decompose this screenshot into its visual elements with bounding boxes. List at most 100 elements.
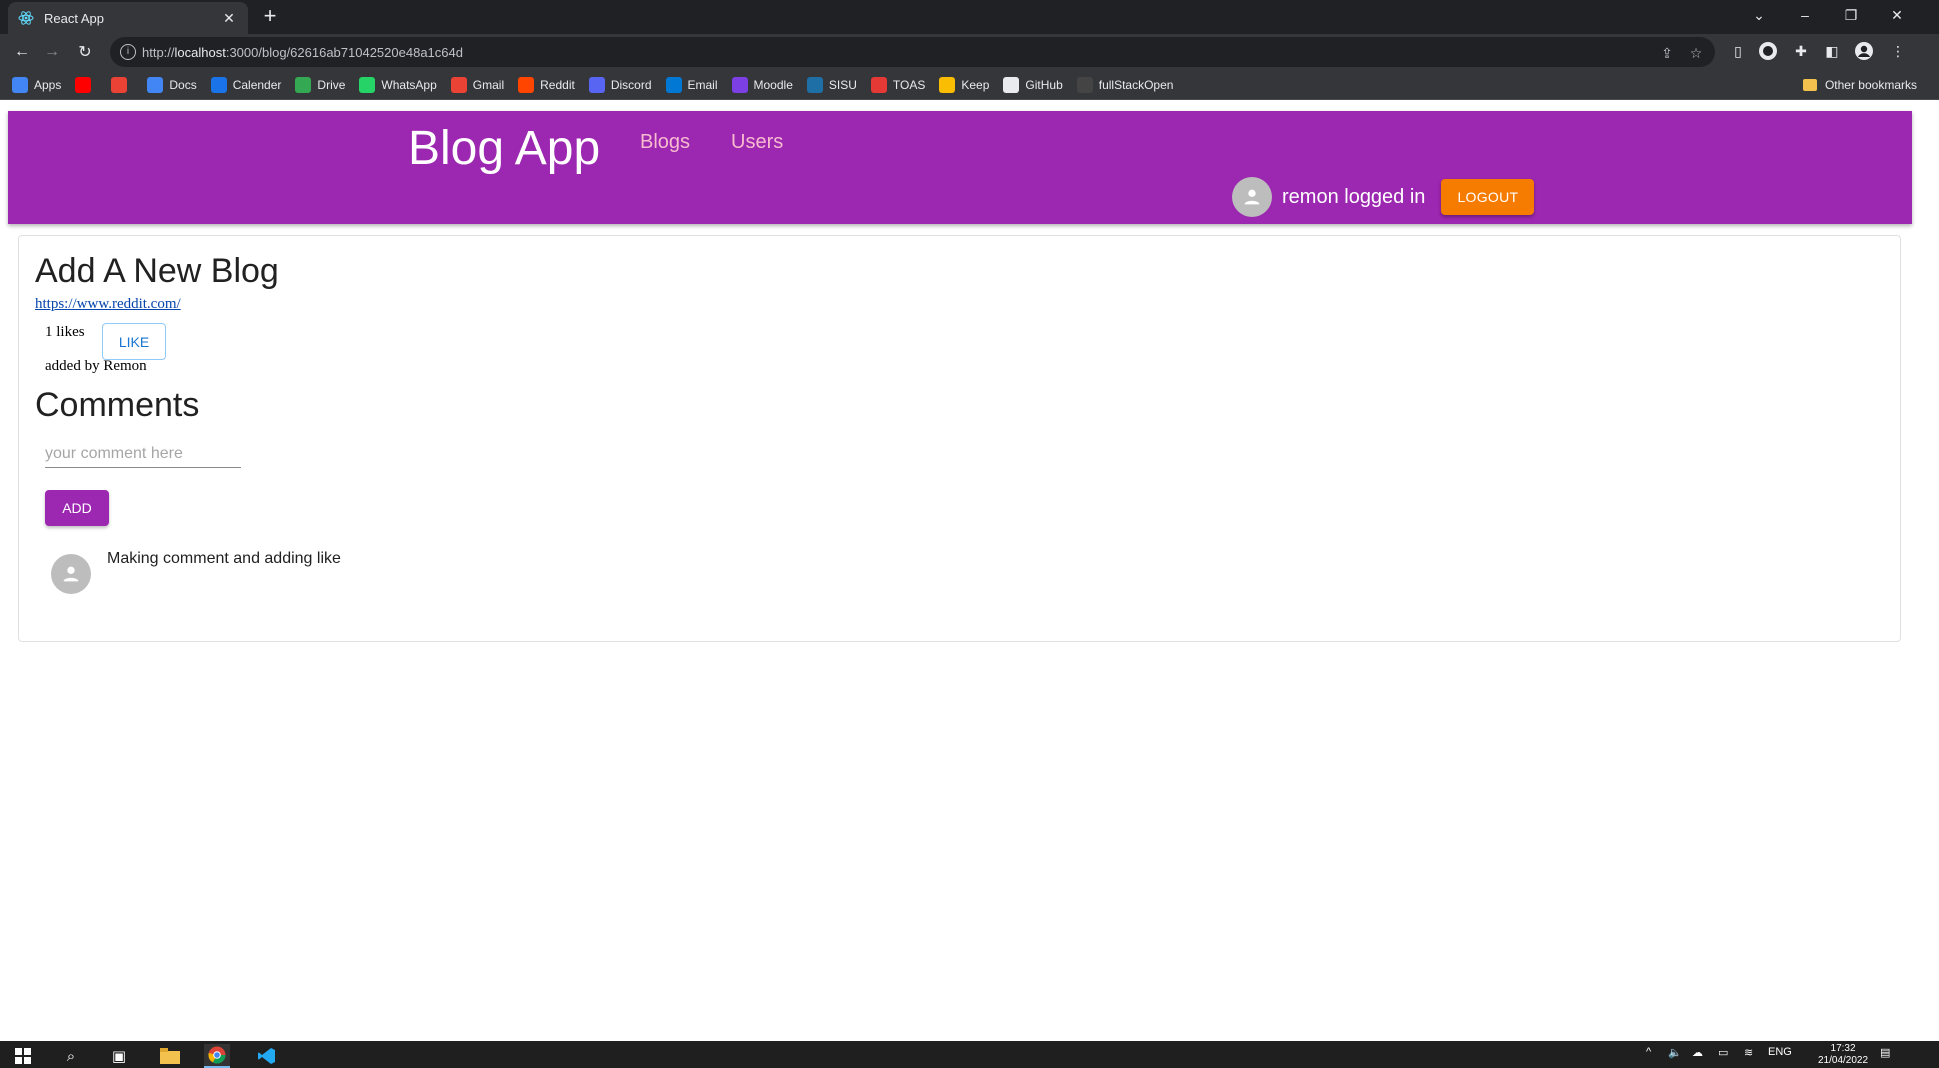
volume-icon[interactable]: 🔈 — [1668, 1046, 1682, 1059]
sisu-icon — [806, 76, 823, 93]
bookmark-label: Email — [687, 77, 718, 92]
comment-input[interactable] — [45, 440, 241, 468]
bookmark-label: Discord — [610, 77, 652, 92]
bookmark-item[interactable]: Email — [665, 76, 718, 93]
bookmark-item[interactable]: Reddit — [518, 76, 575, 93]
bookmark-item[interactable]: SISU — [806, 76, 857, 93]
extension-avatar-icon[interactable] — [1758, 41, 1778, 61]
language-indicator[interactable]: ENG — [1768, 1046, 1792, 1058]
minimize-button[interactable]: – — [1782, 0, 1828, 30]
blog-title: Add A New Blog — [35, 252, 279, 290]
bookmark-label: SISU — [828, 77, 857, 92]
logout-button[interactable]: LOGOUT — [1441, 179, 1535, 215]
windows-taskbar: ⌕ ▣ ^ 🔈 ☁ ▭ ≋ ENG 17:32 21/04/2022 ▤ — [0, 1041, 1939, 1068]
side-panel-icon[interactable]: ◧ — [1822, 41, 1842, 61]
bookmark-item[interactable]: Moodle — [731, 76, 793, 93]
extension-icon[interactable]: ▯ — [1728, 41, 1748, 61]
share-icon[interactable]: ⇪ — [1658, 44, 1676, 62]
tab-search-icon[interactable]: ⌄ — [1736, 0, 1782, 30]
bookmark-item[interactable] — [111, 76, 133, 93]
app-header: Blog App Blogs Users remon logged in LOG… — [8, 111, 1912, 224]
bookmark-item[interactable]: Discord — [588, 76, 652, 93]
comments-heading: Comments — [35, 386, 200, 424]
clock-time: 17:32 — [1830, 1043, 1856, 1054]
extensions-puzzle-icon[interactable]: ✚ — [1791, 41, 1811, 61]
docs-icon — [147, 76, 164, 93]
forward-button[interactable]: → — [40, 40, 64, 64]
task-view-icon[interactable]: ▣ — [106, 1044, 132, 1068]
whatsapp-icon — [359, 76, 376, 93]
add-comment-button[interactable]: ADD — [45, 490, 109, 526]
gmail-icon — [450, 76, 467, 93]
bookmark-item[interactable]: WhatsApp — [359, 76, 437, 93]
browser-tab[interactable]: React App ✕ — [8, 2, 248, 34]
bookmark-item[interactable]: TOAS — [870, 76, 926, 93]
bookmark-item[interactable]: fullStackOpen — [1076, 76, 1174, 93]
address-bar[interactable]: i http://localhost:3000/blog/62616ab7104… — [110, 37, 1715, 67]
clock[interactable]: 17:32 21/04/2022 — [1818, 1043, 1868, 1067]
wifi-icon[interactable]: ≋ — [1744, 1046, 1753, 1059]
bookmark-star-icon[interactable]: ☆ — [1687, 44, 1705, 62]
battery-icon[interactable]: ▭ — [1718, 1046, 1728, 1059]
close-tab-icon[interactable]: ✕ — [220, 9, 238, 27]
nav-link-blogs[interactable]: Blogs — [640, 131, 690, 154]
other-bookmarks[interactable]: Other bookmarks — [1802, 70, 1917, 100]
bookmark-label: Apps — [34, 77, 62, 92]
likes-count: 1 likes — [45, 324, 85, 340]
comment-avatar-icon — [51, 554, 91, 594]
react-icon — [18, 10, 34, 26]
chrome-icon[interactable] — [204, 1044, 230, 1068]
windows-start-icon[interactable] — [10, 1044, 36, 1068]
browser-toolbar: ← → ↻ i http://localhost:3000/blog/62616… — [0, 34, 1939, 70]
bookmark-item[interactable]: Calender — [210, 76, 282, 93]
bookmark-label: fullStackOpen — [1098, 77, 1174, 92]
reload-button[interactable]: ↻ — [73, 40, 97, 64]
search-icon[interactable]: ⌕ — [58, 1044, 84, 1068]
bookmark-item[interactable]: Drive — [295, 76, 346, 93]
bookmarks-bar: Apps Docs Calender Drive WhatsApp Gmail Reddit… — [0, 70, 1939, 100]
bookmark-label: Calender — [232, 77, 282, 92]
nav-link-users[interactable]: Users — [731, 131, 783, 154]
bookmark-label: GitHub — [1025, 77, 1063, 92]
bookmark-label: Reddit — [540, 77, 575, 92]
close-window-button[interactable]: ✕ — [1874, 0, 1920, 30]
fullstackopen-icon — [1076, 76, 1093, 93]
restore-button[interactable]: ❐ — [1828, 0, 1874, 30]
comment-list-item: Making comment and adding like — [51, 550, 341, 594]
file-explorer-icon[interactable] — [157, 1044, 183, 1068]
back-button[interactable]: ← — [10, 40, 34, 64]
like-button[interactable]: LIKE — [102, 323, 166, 360]
bookmark-item[interactable]: GitHub — [1003, 76, 1063, 93]
bookmark-item[interactable]: Docs — [147, 76, 197, 93]
bookmark-label: Docs — [169, 77, 197, 92]
bookmark-label: TOAS — [892, 77, 926, 92]
menu-kebab-icon[interactable]: ⋮ — [1888, 41, 1908, 61]
moodle-icon — [731, 76, 748, 93]
apps-grid-icon — [12, 76, 28, 93]
notifications-icon[interactable]: ▤ — [1880, 1046, 1890, 1059]
vscode-icon[interactable] — [254, 1044, 280, 1068]
bookmark-label: Keep — [961, 77, 990, 92]
blog-card: Add A New Blog https://www.reddit.com/ 1… — [18, 235, 1901, 642]
reddit-icon — [518, 76, 535, 93]
bookmark-label: Gmail — [472, 77, 505, 92]
bookmark-item[interactable]: Keep — [939, 76, 990, 93]
onedrive-icon[interactable]: ☁ — [1692, 1046, 1703, 1059]
profile-icon[interactable] — [1854, 41, 1874, 61]
url-host: localhost — [174, 44, 226, 60]
youtube-icon — [75, 76, 92, 93]
new-tab-button[interactable]: + — [258, 5, 282, 29]
app-brand: Blog App — [408, 122, 601, 175]
tray-overflow-icon[interactable]: ^ — [1646, 1046, 1651, 1058]
bookmark-label: WhatsApp — [381, 77, 437, 92]
other-bookmarks-label: Other bookmarks — [1824, 78, 1917, 92]
keep-icon — [939, 76, 956, 93]
bookmark-item[interactable]: Gmail — [450, 76, 505, 93]
bookmark-item[interactable]: Apps — [12, 76, 62, 93]
bookmark-label: Drive — [317, 77, 346, 92]
discord-icon — [588, 76, 605, 93]
site-info-icon[interactable]: i — [120, 44, 136, 60]
clock-date: 21/04/2022 — [1818, 1055, 1869, 1066]
bookmark-item[interactable] — [75, 76, 97, 93]
blog-url-link[interactable]: https://www.reddit.com/ — [35, 296, 181, 313]
